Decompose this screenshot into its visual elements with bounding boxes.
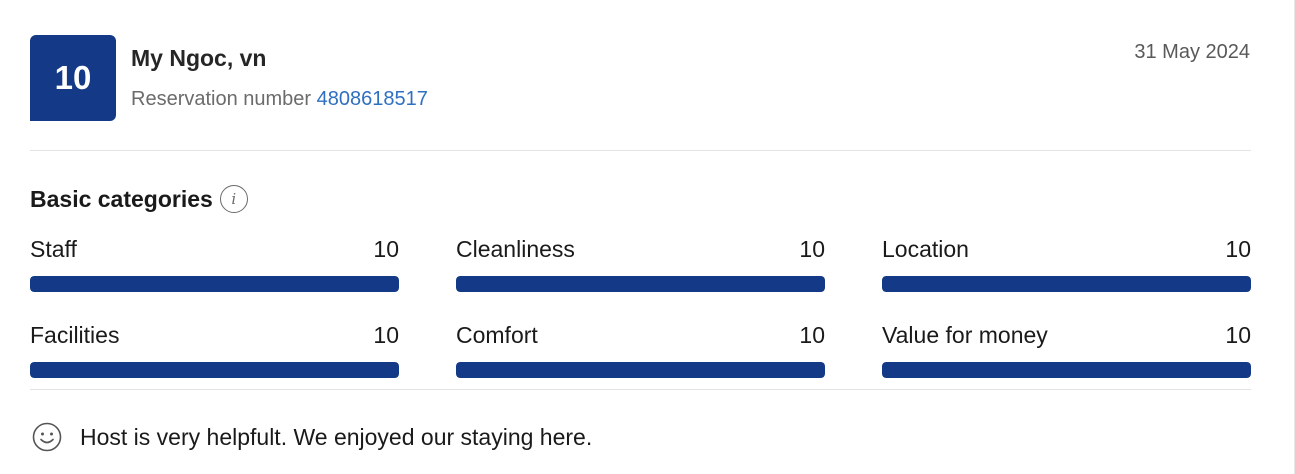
comment-text: Host is very helpfult. We enjoyed our st…: [80, 423, 593, 450]
category-score: 10: [799, 236, 825, 262]
score-bar: [882, 362, 1251, 378]
divider: [30, 150, 1251, 151]
category-facilities: Facilities 10: [30, 322, 399, 378]
category-score: 10: [1225, 322, 1251, 348]
score-bar: [30, 276, 399, 292]
smiley-icon: [32, 422, 62, 452]
category-score: 10: [1225, 236, 1251, 262]
category-score: 10: [373, 236, 399, 262]
score-bar: [882, 276, 1251, 292]
score-bar: [456, 276, 825, 292]
score-bar-fill: [882, 276, 1251, 292]
category-score: 10: [799, 322, 825, 348]
divider: [30, 389, 1251, 390]
reviewer-name: My Ngoc, vn: [131, 45, 267, 71]
category-value-for-money: Value for money 10: [882, 322, 1251, 378]
score-bar: [30, 362, 399, 378]
category-label: Location: [882, 236, 969, 262]
category-cleanliness: Cleanliness 10: [456, 236, 825, 292]
review-date: 31 May 2024: [1134, 41, 1250, 63]
category-label: Facilities: [30, 322, 120, 348]
review-card: 10 My Ngoc, vn Reservation number 480861…: [0, 0, 1295, 474]
category-location: Location 10: [882, 236, 1251, 292]
category-score: 10: [373, 322, 399, 348]
section-title: Basic categories i: [30, 185, 248, 213]
review-score-badge: 10: [30, 35, 116, 121]
reservation-line: Reservation number 4808618517: [131, 88, 428, 111]
category-label: Staff: [30, 236, 77, 262]
categories-title: Basic categories: [30, 185, 213, 212]
score-bar-fill: [30, 362, 399, 378]
score-bar-fill: [882, 362, 1251, 378]
category-label: Value for money: [882, 322, 1048, 348]
score-bar-fill: [30, 276, 399, 292]
review-score: 10: [54, 59, 92, 96]
score-bar: [456, 362, 825, 378]
review-comment: Host is very helpfult. We enjoyed our st…: [31, 421, 592, 453]
score-bar-fill: [456, 362, 825, 378]
info-icon[interactable]: i: [219, 185, 248, 213]
category-label: Comfort: [456, 322, 538, 348]
reservation-label: Reservation number: [131, 88, 312, 110]
score-bar-fill: [456, 276, 825, 292]
reservation-number-link[interactable]: 4808618517: [317, 88, 428, 110]
category-comfort: Comfort 10: [456, 322, 825, 378]
category-label: Cleanliness: [456, 236, 575, 262]
category-staff: Staff 10: [30, 236, 399, 292]
